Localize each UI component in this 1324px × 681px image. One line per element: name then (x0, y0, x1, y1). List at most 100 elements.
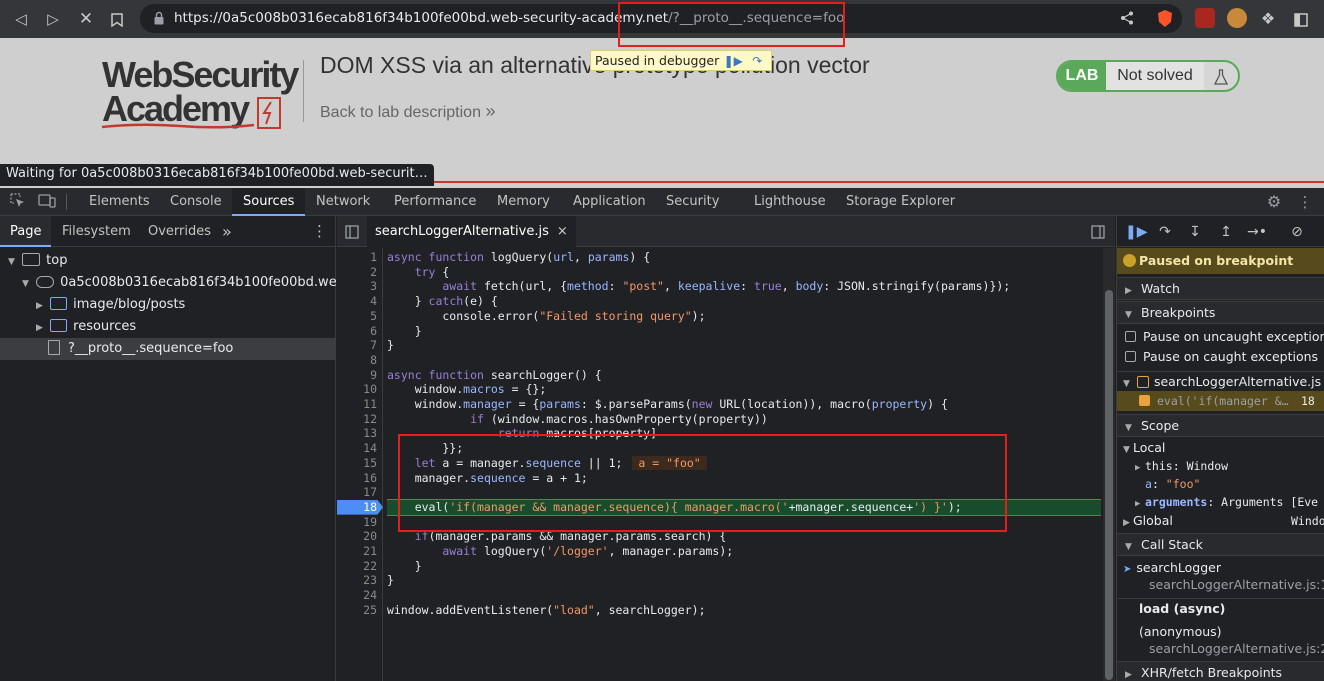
expand-triangle-icon[interactable]: ▼ (8, 251, 18, 272)
line-number[interactable]: 11 (337, 397, 377, 412)
line-number[interactable]: 12 (337, 412, 377, 427)
call-frame-location[interactable]: searchLoggerAlternative.js:18 (1117, 575, 1324, 595)
line-number[interactable]: 8 (337, 353, 377, 368)
settings-gear-icon[interactable]: ⚙ (1265, 193, 1283, 211)
tree-item-file[interactable]: ?__proto__.sequence=foo (0, 338, 336, 360)
resume-icon[interactable]: ❚▶ (723, 53, 743, 69)
line-number[interactable]: 9 (337, 368, 377, 383)
step-icon[interactable]: →• (1247, 222, 1267, 242)
line-number[interactable]: 16 (337, 471, 377, 486)
call-stack-section-header[interactable]: ▼ Call Stack (1117, 533, 1324, 556)
cookie-extension-icon[interactable] (1227, 8, 1247, 28)
toggle-debugger-icon[interactable] (1091, 224, 1105, 239)
line-number[interactable]: 22 (337, 559, 377, 574)
tab-application[interactable]: Application (573, 188, 646, 216)
collapsed-triangle-icon[interactable]: ▶ (36, 295, 46, 316)
line-number[interactable]: 10 (337, 382, 377, 397)
line-number[interactable]: 13 (337, 426, 377, 441)
editor-scrollbar[interactable] (1103, 248, 1115, 681)
close-tab-icon[interactable]: × (557, 224, 568, 239)
forward-arrow-icon[interactable]: ▷ (40, 6, 66, 32)
tab-sources[interactable]: Sources (232, 188, 306, 216)
web-security-academy-logo[interactable]: WebSecurity Academy (101, 57, 302, 133)
collapsed-triangle-icon[interactable]: ▶ (1123, 513, 1133, 533)
tree-item-top[interactable]: ▼ top (0, 250, 336, 272)
line-number[interactable]: 7 (337, 338, 377, 353)
bookmark-icon[interactable] (104, 6, 130, 32)
scope-arguments-row[interactable]: ▶ arguments: Arguments [Eve (1117, 492, 1324, 512)
subtab-page[interactable]: Page (0, 216, 52, 247)
tab-elements[interactable]: Elements (89, 188, 150, 216)
more-subtabs-chevron-icon[interactable]: » (222, 216, 232, 247)
step-into-icon[interactable]: ↧ (1185, 222, 1205, 242)
step-over-icon[interactable]: ↷ (1155, 222, 1175, 242)
back-to-lab-description-link[interactable]: Back to lab description » (320, 101, 495, 122)
line-number[interactable]: 1 (337, 250, 377, 265)
step-over-icon[interactable]: ↷ (747, 53, 767, 69)
more-options-icon[interactable]: ⋮ (1296, 193, 1314, 211)
pause-caught-checkbox-row[interactable]: Pause on caught exceptions (1117, 347, 1324, 367)
sidebar-toggle-icon[interactable] (1288, 6, 1314, 32)
line-number-gutter[interactable]: 1 2 3 4 5 6 7 8 9 10 11 12 13 14 15 16 1… (337, 248, 383, 681)
tab-network[interactable]: Network (316, 188, 370, 216)
call-frame-location[interactable]: searchLoggerAlternative.js:25 (1117, 639, 1324, 659)
back-arrow-icon[interactable]: ◁ (8, 6, 34, 32)
tab-console[interactable]: Console (170, 188, 222, 216)
tab-storage-explorer[interactable]: Storage Explorer (846, 188, 955, 216)
deactivate-breakpoints-icon[interactable]: ⊘ (1287, 222, 1307, 242)
toggle-navigator-icon[interactable] (345, 224, 359, 239)
ublock-icon[interactable] (1195, 8, 1215, 28)
line-number[interactable]: 19 (337, 515, 377, 530)
scope-section-header[interactable]: ▼ Scope (1117, 414, 1324, 437)
breakpoints-section-header[interactable]: ▼ Breakpoints (1117, 301, 1324, 324)
stop-loading-icon[interactable]: ✕ (73, 6, 99, 32)
pause-uncaught-checkbox-row[interactable]: Pause on uncaught exceptions (1117, 327, 1324, 347)
tab-performance[interactable]: Performance (394, 188, 476, 216)
editor-file-tab[interactable]: searchLoggerAlternative.js × (367, 216, 576, 247)
expand-triangle-icon[interactable]: ▼ (22, 273, 32, 294)
subtab-overrides[interactable]: Overrides (148, 216, 211, 247)
device-toolbar-icon[interactable] (38, 193, 56, 211)
tree-item-folder[interactable]: ▶ resources (0, 316, 336, 338)
breakpoint-entry[interactable]: eval('if(manager &… 18 (1117, 391, 1324, 411)
line-number[interactable]: 5 (337, 309, 377, 324)
collapsed-triangle-icon[interactable]: ▶ (1125, 665, 1135, 681)
expand-triangle-icon[interactable]: ▼ (1125, 418, 1135, 439)
expand-triangle-icon[interactable]: ▼ (1125, 537, 1135, 558)
extensions-puzzle-icon[interactable]: ❖ (1255, 6, 1281, 32)
line-number[interactable]: 23 (337, 573, 377, 588)
line-number[interactable]: 14 (337, 441, 377, 456)
brave-shield-icon[interactable] (1156, 9, 1174, 28)
xhr-breakpoints-section-header[interactable]: ▶ XHR/fetch Breakpoints (1117, 661, 1324, 681)
unchecked-checkbox[interactable] (1125, 351, 1136, 362)
line-number[interactable]: 24 (337, 588, 377, 603)
step-out-icon[interactable]: ↥ (1216, 222, 1236, 242)
line-number[interactable]: 3 (337, 279, 377, 294)
navigator-menu-icon[interactable]: ⋮ (312, 216, 327, 247)
line-number[interactable]: 2 (337, 265, 377, 280)
share-icon[interactable] (1120, 11, 1134, 25)
collapsed-triangle-icon[interactable]: ▶ (1125, 281, 1135, 302)
tab-lighthouse[interactable]: Lighthouse (754, 188, 826, 216)
tree-item-domain[interactable]: ▼ 0a5c008b0316ecab816f34b100fe00bd.web-s… (0, 272, 336, 294)
breakpoint-line-marker[interactable]: 18 (337, 499, 383, 515)
tab-memory[interactable]: Memory (497, 188, 550, 216)
resume-icon[interactable]: ❚▶ (1125, 222, 1148, 242)
subtab-filesystem[interactable]: Filesystem (62, 216, 131, 247)
scope-this-row[interactable]: ▶ this: Window (1117, 456, 1324, 476)
collapsed-triangle-icon[interactable]: ▶ (36, 317, 46, 338)
scope-global-row[interactable]: ▶ Global Windo (1117, 511, 1324, 531)
line-number[interactable]: 25 (337, 603, 377, 618)
line-number[interactable]: 15 (337, 456, 377, 471)
breakpoint-file-row[interactable]: ▼ searchLoggerAlternative.js (1117, 371, 1324, 391)
line-number[interactable]: 4 (337, 294, 377, 309)
unchecked-checkbox[interactable] (1125, 331, 1136, 342)
scope-local-row[interactable]: ▼ Local (1117, 438, 1324, 458)
expand-triangle-icon[interactable]: ▼ (1125, 305, 1135, 326)
scrollbar-thumb[interactable] (1105, 290, 1113, 680)
checked-checkbox[interactable] (1139, 395, 1150, 406)
scope-a-row[interactable]: a: "foo" (1117, 474, 1324, 494)
watch-section-header[interactable]: ▶ Watch (1117, 277, 1324, 300)
tree-item-folder[interactable]: ▶ image/blog/posts (0, 294, 336, 316)
line-number[interactable]: 17 (337, 485, 377, 500)
